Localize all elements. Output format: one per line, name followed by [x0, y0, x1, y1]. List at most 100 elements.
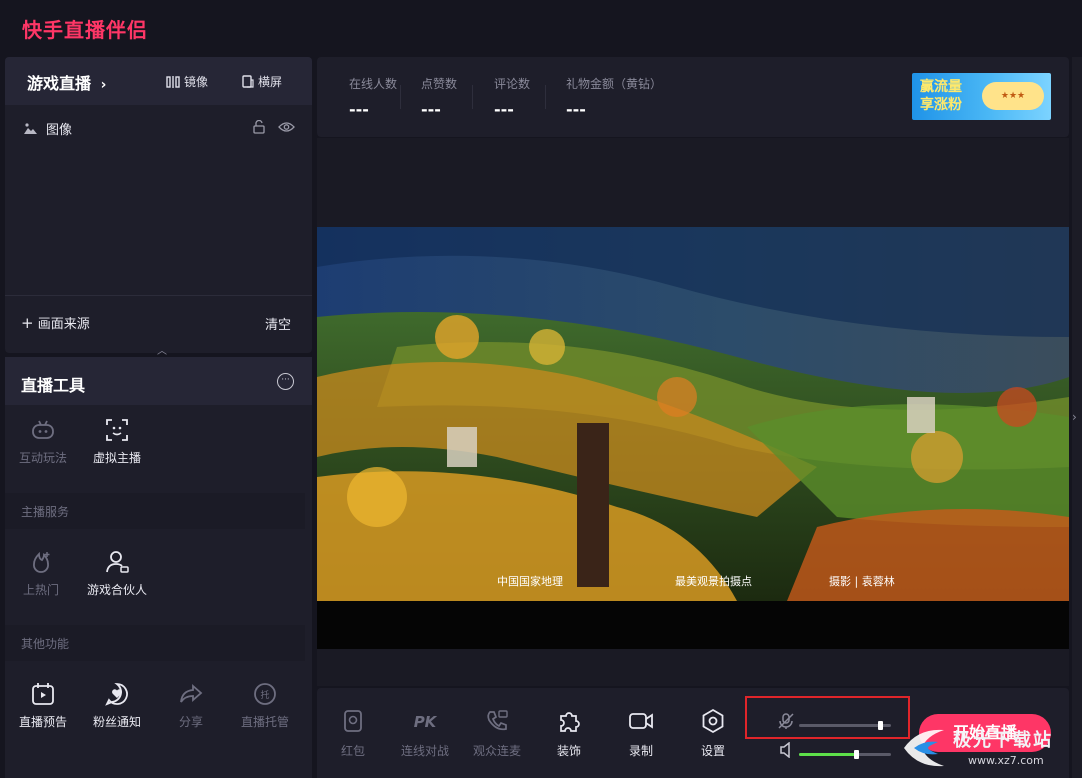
clear-button[interactable]: 清空: [265, 314, 291, 333]
stat-value: ---: [349, 100, 369, 119]
chevron-right-icon: ›: [100, 77, 107, 93]
add-source-button[interactable]: + 画面来源: [21, 313, 90, 332]
tool-virtual-host[interactable]: 虚拟主播: [84, 417, 150, 466]
stat-label: 评论数: [494, 77, 531, 91]
image-icon: [24, 123, 37, 134]
stat-likes: 点赞数 ---: [421, 75, 457, 119]
mirror-button[interactable]: 镜像: [166, 73, 208, 90]
preview-area[interactable]: 中国国家地理 最美观景拍摄点 摄影 | 袁蓉林: [317, 138, 1069, 686]
stat-label: 在线人数: [349, 77, 398, 91]
tool-label: 游戏合伙人: [86, 583, 147, 597]
landscape-label: 横屏: [258, 75, 283, 89]
tool-label: 直播预告: [18, 715, 67, 729]
speaker-slider-knob[interactable]: [854, 750, 859, 759]
tool-label: 粉丝通知: [92, 715, 141, 729]
plus-icon: +: [21, 314, 34, 332]
unlock-icon[interactable]: [252, 120, 266, 134]
phone-link-icon: [487, 710, 508, 731]
divider: [472, 85, 473, 109]
tool-interactive-play[interactable]: 互动玩法: [10, 417, 76, 466]
watermark-2: 最美观景拍摄点: [675, 575, 752, 588]
promo-line1: 赢流量: [920, 79, 962, 95]
stat-label: 礼物金额（黄钻）: [566, 77, 663, 91]
hosting-icon: 托: [254, 683, 276, 705]
highlight-box: [745, 696, 910, 739]
tool-label: 虚拟主播: [92, 451, 141, 465]
scene-header: 游戏直播 › 镜像 横屏: [5, 57, 312, 105]
promo-text: 赢流量 享涨粉: [920, 78, 976, 114]
video-camera-icon: [629, 713, 653, 729]
landscape-photo: [317, 227, 1069, 601]
flame-icon: [33, 551, 50, 573]
tool-label: 上热门: [22, 583, 59, 597]
watermark-1: 中国国家地理: [497, 575, 563, 588]
stats-bar: 在线人数 --- 点赞数 --- 评论数 --- 礼物金额（黄钻） --- 赢流…: [317, 57, 1069, 137]
speaker-icon[interactable]: [779, 742, 793, 758]
speaker-volume-slider[interactable]: [799, 750, 891, 760]
mirror-label: 镜像: [184, 75, 209, 89]
source-item-image[interactable]: 图像: [23, 119, 72, 138]
tool-go-trending[interactable]: 上热门: [8, 549, 74, 598]
site-watermark: 极光下载站 www.xz7.com: [898, 720, 1078, 776]
user-icon: [106, 551, 129, 573]
promo-line2: 享涨粉: [920, 97, 962, 113]
button-label: 录制: [628, 744, 653, 758]
tool-fan-notify[interactable]: 粉丝通知: [84, 681, 150, 730]
button-label: 设置: [700, 744, 725, 758]
gear-icon: [702, 708, 724, 734]
rotate-screen-icon: [242, 75, 254, 88]
tool-live-preview[interactable]: 直播预告: [10, 681, 76, 730]
divider: [400, 85, 401, 109]
mic-volume-slider[interactable]: [799, 721, 891, 731]
stat-comments: 评论数 ---: [494, 75, 530, 119]
divider: [545, 85, 546, 109]
puzzle-icon: [560, 712, 580, 732]
speaker-slider-fill: [799, 753, 856, 756]
promo-banner[interactable]: 赢流量 享涨粉 ★★★: [912, 73, 1051, 120]
calendar-play-icon: [32, 683, 54, 705]
button-label: 观众连麦: [472, 744, 521, 758]
mirror-icon: [166, 75, 180, 88]
add-source-label: 画面来源: [37, 317, 90, 332]
section-other-functions: 其他功能: [5, 625, 305, 661]
tool-share[interactable]: 分享: [158, 681, 224, 730]
stat-value: ---: [421, 100, 441, 119]
red-packet-icon: [344, 710, 362, 732]
divider: [5, 295, 312, 296]
face-scan-icon: [106, 419, 128, 441]
scene-panel: 游戏直播 › 镜像 横屏 图像 + 画面来源 清空 ︿: [5, 57, 312, 357]
promo-badge-graphic: ★★★: [982, 82, 1044, 110]
record-button[interactable]: 录制: [605, 708, 677, 759]
share-icon: [180, 684, 203, 703]
tools-header: 直播工具 ···: [5, 357, 312, 405]
red-packet-button[interactable]: 红包: [317, 708, 389, 759]
audience-mic-button[interactable]: 观众连麦: [461, 708, 533, 759]
tool-hosting[interactable]: 托 直播托管: [232, 681, 298, 730]
button-label: 装饰: [556, 744, 581, 758]
site-logo-icon: [904, 729, 944, 767]
landscape-button[interactable]: 横屏: [242, 73, 282, 90]
button-label: 连线对战: [400, 744, 449, 758]
chevron-right-icon[interactable]: ›: [1072, 410, 1077, 424]
source-label: 图像: [46, 123, 73, 138]
svg-text:托: 托: [260, 689, 269, 701]
stat-value: ---: [494, 100, 514, 119]
mic-muted-icon[interactable]: [777, 712, 795, 730]
preview-image: 中国国家地理 最美观景拍摄点 摄影 | 袁蓉林: [317, 227, 1069, 601]
pk-battle-button[interactable]: PK 连线对战: [389, 708, 461, 759]
settings-button[interactable]: 设置: [677, 708, 749, 759]
watermark-3: 摄影 | 袁蓉林: [829, 575, 895, 588]
tools-title: 直播工具: [21, 376, 86, 395]
section-host-services: 主播服务: [5, 493, 305, 529]
more-icon[interactable]: ···: [277, 373, 294, 390]
decoration-button[interactable]: 装饰: [533, 708, 605, 759]
eye-icon[interactable]: [278, 121, 295, 133]
tool-label: 直播托管: [240, 715, 289, 729]
stat-gift-amount: 礼物金额（黄钻） ---: [566, 75, 662, 119]
svg-text:PK: PK: [414, 713, 438, 731]
scene-switcher[interactable]: 游戏直播 ›: [27, 70, 106, 94]
chevron-up-icon[interactable]: ︿: [157, 342, 167, 357]
mic-slider-knob[interactable]: [878, 721, 883, 730]
button-label: 红包: [340, 744, 365, 758]
tool-game-partner[interactable]: 游戏合伙人: [77, 549, 157, 598]
